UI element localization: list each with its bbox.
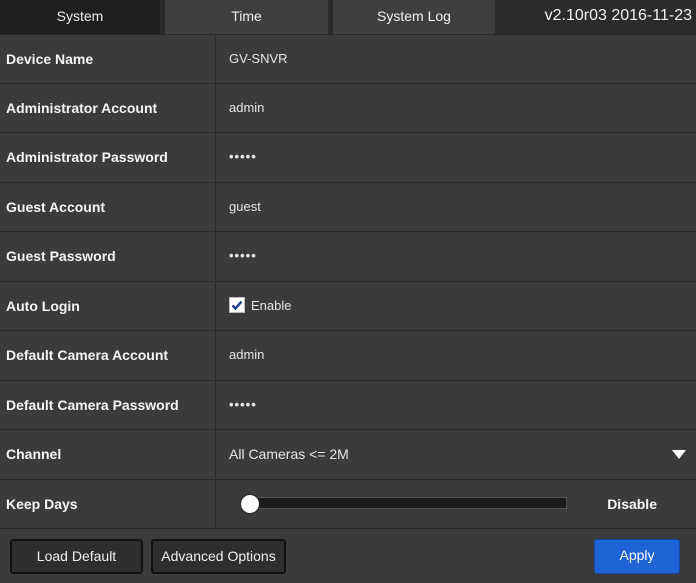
- keep-days-value: Disable: [607, 496, 657, 512]
- chevron-down-icon: [672, 450, 686, 459]
- guest-account-row: Guest Account guest: [0, 182, 696, 231]
- checkmark-icon: [231, 300, 243, 311]
- tab-time[interactable]: Time: [165, 0, 328, 34]
- tab-system[interactable]: System: [0, 0, 160, 34]
- apply-button[interactable]: Apply: [594, 539, 680, 574]
- footer-bar: Load Default Advanced Options Apply: [0, 528, 696, 583]
- admin-password-label: Administrator Password: [0, 133, 216, 181]
- guest-password-label: Guest Password: [0, 232, 216, 280]
- auto-login-label: Auto Login: [0, 282, 216, 330]
- channel-label: Channel: [0, 430, 216, 478]
- load-default-button[interactable]: Load Default: [10, 539, 143, 574]
- admin-account-row: Administrator Account admin: [0, 83, 696, 132]
- camera-password-label: Default Camera Password: [0, 381, 216, 429]
- guest-password-row: Guest Password •••••: [0, 231, 696, 280]
- camera-account-row: Default Camera Account admin: [0, 330, 696, 379]
- camera-account-field[interactable]: admin: [217, 331, 696, 379]
- keep-days-row: Keep Days Disable: [0, 479, 696, 528]
- admin-password-row: Administrator Password •••••: [0, 132, 696, 181]
- auto-login-control: Enable: [217, 282, 696, 330]
- keep-days-slider-thumb[interactable]: [240, 494, 260, 514]
- tab-bar: System Time System Log v2.10r03 2016-11-…: [0, 0, 696, 34]
- device-name-label: Device Name: [0, 35, 216, 83]
- guest-password-field[interactable]: •••••: [217, 232, 696, 280]
- admin-account-field[interactable]: admin: [217, 84, 696, 132]
- version-label: v2.10r03 2016-11-23: [544, 0, 692, 34]
- device-name-field[interactable]: GV-SNVR: [217, 35, 696, 83]
- channel-selected-value: All Cameras <= 2M: [229, 446, 349, 462]
- admin-password-field[interactable]: •••••: [217, 133, 696, 181]
- camera-account-label: Default Camera Account: [0, 331, 216, 379]
- channel-row: Channel All Cameras <= 2M: [0, 429, 696, 478]
- auto-login-checkbox[interactable]: [229, 297, 245, 314]
- keep-days-slider-track[interactable]: [250, 497, 567, 509]
- camera-password-field[interactable]: •••••: [217, 381, 696, 429]
- auto-login-row: Auto Login Enable: [0, 281, 696, 330]
- advanced-options-button[interactable]: Advanced Options: [151, 539, 286, 574]
- admin-account-label: Administrator Account: [0, 84, 216, 132]
- auto-login-enable-label[interactable]: Enable: [251, 298, 291, 313]
- guest-account-label: Guest Account: [0, 183, 216, 231]
- device-name-row: Device Name GV-SNVR: [0, 34, 696, 83]
- camera-password-row: Default Camera Password •••••: [0, 380, 696, 429]
- keep-days-label: Keep Days: [0, 480, 216, 528]
- guest-account-field[interactable]: guest: [217, 183, 696, 231]
- channel-select[interactable]: All Cameras <= 2M: [217, 430, 696, 478]
- tab-system-log[interactable]: System Log: [333, 0, 495, 34]
